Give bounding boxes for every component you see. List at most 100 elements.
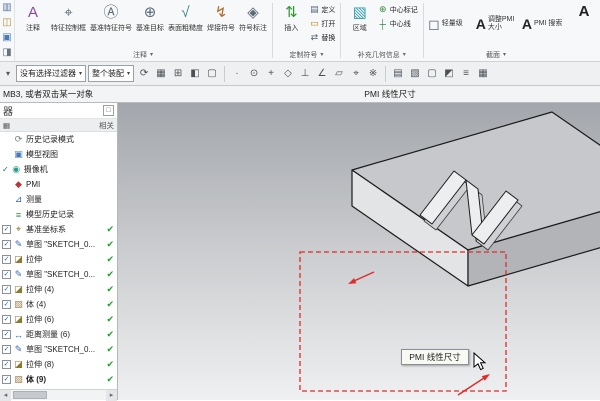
insert-symbol-button[interactable]: ⇅ 插入 xyxy=(275,1,307,46)
surface-finish-icon: √ xyxy=(181,2,189,24)
snap-face-icon[interactable]: ▱ xyxy=(331,66,347,82)
ribbon-button-label: 符号标注 xyxy=(239,24,267,33)
navigator-options-icon[interactable]: □ xyxy=(103,105,114,116)
tree-item-cameras[interactable]: ✓ ◉ 摄像机 xyxy=(0,162,117,177)
feature-checkbox[interactable]: ✓ xyxy=(2,300,11,309)
replace-symbol-button[interactable]: ⇄ 替换 xyxy=(307,31,337,44)
selection-filter-dropdown[interactable]: 没有选择过滤器 ▾ xyxy=(16,65,86,82)
datum-plane-icon[interactable]: ▤ xyxy=(390,66,406,82)
open-symbol-button[interactable]: ▭ 打开 xyxy=(307,17,337,30)
selection-scope-dropdown[interactable]: 整个装配 ▾ xyxy=(88,65,134,82)
chevron-down-icon: ▾ xyxy=(503,51,506,58)
tree-item-model-history[interactable]: ≡ 模型历史记录 xyxy=(0,207,117,222)
pmi-extra-button[interactable]: A xyxy=(568,0,600,45)
scroll-left-icon[interactable]: ◂ xyxy=(0,390,11,401)
chevron-down-icon: ▾ xyxy=(403,51,406,58)
hatch-icon[interactable]: ▧ xyxy=(407,66,423,82)
tree-item-datum-csys[interactable]: ✓ ⌖ 基准坐标系 ✔ xyxy=(0,222,117,237)
snap-point-icon[interactable]: ∙ xyxy=(229,66,245,82)
tree-item-extrude-8[interactable]: ✓ ◪ 拉伸 (8) ✔ xyxy=(0,357,117,372)
weld-symbol-button[interactable]: ↯ 焊接符号 xyxy=(205,1,237,46)
ribbon-group-label-annotation[interactable]: 注释 ▾ xyxy=(17,48,269,61)
centerline-button[interactable]: ┼ 中心线 xyxy=(376,17,420,30)
tree-item-sketch-1[interactable]: ✓ ✎ 草图 "SKETCH_0... ✔ xyxy=(0,237,117,252)
half-shade-icon[interactable]: ◧ xyxy=(187,66,203,82)
status-check-icon: ✔ xyxy=(106,239,115,250)
ribbon-button-label: PMI 搜索 xyxy=(534,20,564,28)
snap-midpoint-icon[interactable]: ◇ xyxy=(280,66,296,82)
tree-item-body-9[interactable]: ✓ ▧ 体 (9) ✔ xyxy=(0,372,117,387)
feature-checkbox[interactable]: ✓ xyxy=(2,360,11,369)
annotation-note-button[interactable]: A 注释 xyxy=(17,1,49,46)
feature-checkbox[interactable]: ✓ xyxy=(2,375,11,384)
feature-checkbox[interactable]: ✓ xyxy=(2,345,11,354)
graphics-window[interactable]: PMI 线性尺寸 xyxy=(118,103,600,400)
tree-item-sketch-7[interactable]: ✓ ✎ 草图 "SKETCH_0... ✔ xyxy=(0,342,117,357)
grid-icon[interactable]: ▦ xyxy=(475,66,491,82)
tree-item-measure[interactable]: ⊿ 测量 xyxy=(0,192,117,207)
centerline-icon: ┼ xyxy=(378,19,388,29)
feature-checkbox[interactable]: ✓ xyxy=(2,285,11,294)
feature-checkbox[interactable]: ✓ xyxy=(2,240,11,249)
scrollbar-thumb[interactable] xyxy=(13,391,47,399)
new-part-icon[interactable]: ▥ xyxy=(0,2,14,14)
feature-checkbox[interactable]: ✓ xyxy=(2,315,11,324)
save-part-icon[interactable]: ▣ xyxy=(0,32,14,44)
feature-checkbox[interactable]: ✓ xyxy=(2,330,11,339)
status-check-icon: ✔ xyxy=(106,359,115,370)
ribbon-button-label: 替换 xyxy=(321,33,335,43)
center-mark-button[interactable]: ⊕ 中心标记 xyxy=(376,3,420,16)
datum-target-button[interactable]: ⊕ 基准目标 xyxy=(134,1,166,46)
ribbon-group-label-section[interactable]: 截面 ▾ xyxy=(426,48,566,61)
refresh-fit-icon[interactable]: ⟳ xyxy=(136,66,152,82)
tree-item-distance-measure[interactable]: ✓ ↔ 距离测量 (6) ✔ xyxy=(0,327,117,342)
tree-item-extrude-2[interactable]: ✓ ◪ 拉伸 ✔ xyxy=(0,252,117,267)
wireframe-icon[interactable]: ▢ xyxy=(204,66,220,82)
snap-angle-icon[interactable]: ∠ xyxy=(314,66,330,82)
resize-pmi-button[interactable]: A 调整PMI 大小 xyxy=(474,1,520,46)
pmi-search-button[interactable]: A PMI 搜索 xyxy=(520,1,566,46)
ribbon-group-label-supplemental[interactable]: 补充几何信息 ▾ xyxy=(344,48,420,61)
shaded-display-icon[interactable]: ▦ xyxy=(153,66,169,82)
tree-item-extrude-6[interactable]: ✓ ◪ 拉伸 (6) ✔ xyxy=(0,312,117,327)
plane-icon[interactable]: ▢ xyxy=(424,66,440,82)
corner-view-icon[interactable]: ◩ xyxy=(441,66,457,82)
snap-endpoint-icon[interactable]: ⊙ xyxy=(246,66,262,82)
chevron-down-icon: ▾ xyxy=(79,70,82,77)
feature-tree: ⟳ 历史记录模式 ▣ 模型视图 ✓ ◉ 摄像机 xyxy=(0,132,117,389)
define-symbol-button[interactable]: ▤ 定义 xyxy=(307,3,337,16)
window-switch-icon[interactable]: ◨ xyxy=(0,47,14,59)
tree-item-extrude-4[interactable]: ✓ ◪ 拉伸 (4) ✔ xyxy=(0,282,117,297)
datum-feature-symbol-button[interactable]: Ⓐ 基准特征符号 xyxy=(88,1,134,46)
symbol-callout-button[interactable]: ◈ 符号标注 xyxy=(237,1,269,46)
tree-item-history-mode[interactable]: ⟳ 历史记录模式 xyxy=(0,132,117,147)
grid-icon[interactable]: ▦ xyxy=(3,121,10,130)
scrollbar-track[interactable] xyxy=(11,390,106,401)
snap-reference-icon[interactable]: ※ xyxy=(365,66,381,82)
tree-item-model-views[interactable]: ▣ 模型视图 xyxy=(0,147,117,162)
tree-item-label: PMI xyxy=(26,180,40,189)
resize-pmi-a-icon: A xyxy=(476,16,486,32)
tree-item-body-4[interactable]: ✓ ▧ 体 (4) ✔ xyxy=(0,297,117,312)
open-part-icon[interactable]: ◫ xyxy=(0,17,14,29)
feature-checkbox[interactable]: ✓ xyxy=(2,225,11,234)
feature-checkbox[interactable]: ✓ xyxy=(2,255,11,264)
snap-perpendicular-icon[interactable]: ⊥ xyxy=(297,66,313,82)
lightweight-button[interactable]: ◻ 轻量级 xyxy=(426,1,474,46)
tree-item-pmi[interactable]: ◆ PMI xyxy=(0,177,117,192)
region-button[interactable]: ▧ 区域 xyxy=(344,1,376,46)
list-view-icon[interactable]: ≡ xyxy=(458,66,474,82)
chevron-down-icon: ▾ xyxy=(150,51,153,58)
snap-center-icon[interactable]: ⌖ xyxy=(348,66,364,82)
status-check-icon: ✔ xyxy=(106,299,115,310)
toolbar-options-icon[interactable]: ▾ xyxy=(2,69,14,78)
feature-control-frame-button[interactable]: ⌖ 特征控制框 xyxy=(49,1,88,46)
snap-intersection-icon[interactable]: + xyxy=(263,66,279,82)
window-tile-icon[interactable]: ⊞ xyxy=(170,66,186,82)
tree-item-sketch-3[interactable]: ✓ ✎ 草图 "SKETCH_0... ✔ xyxy=(0,267,117,282)
feature-checkbox[interactable]: ✓ xyxy=(2,270,11,279)
ribbon-group-label-custom-symbol[interactable]: 定制符号 ▾ xyxy=(275,48,337,61)
surface-finish-button[interactable]: √ 表面粗糙度 xyxy=(166,1,205,46)
scroll-right-icon[interactable]: ▸ xyxy=(106,390,117,401)
toolbar-separator xyxy=(224,66,225,82)
